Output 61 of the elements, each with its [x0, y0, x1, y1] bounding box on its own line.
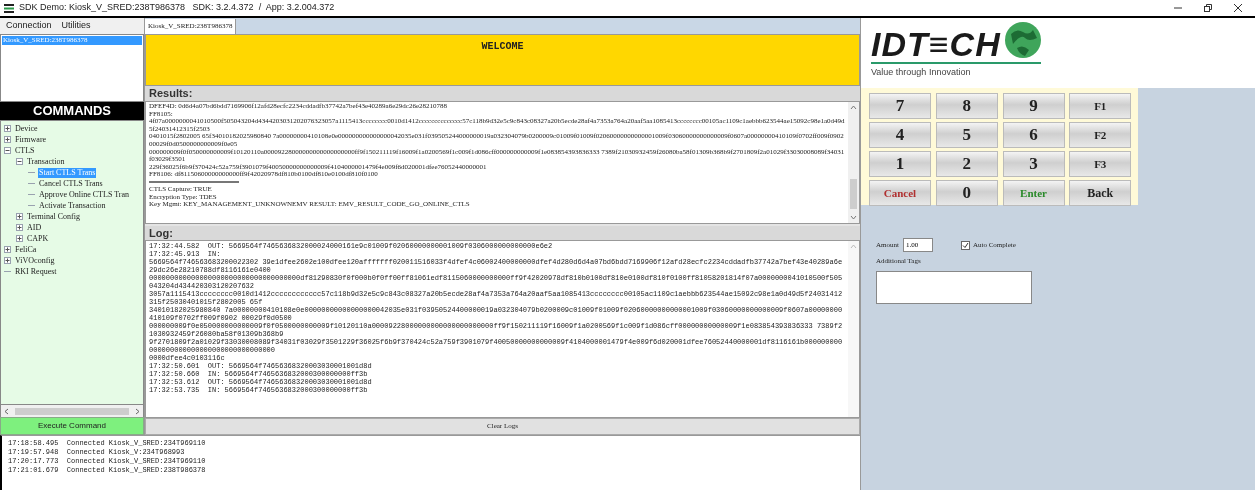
keypad-key[interactable]: F1	[1069, 93, 1132, 119]
close-icon[interactable]	[1233, 3, 1243, 13]
additional-tags-field[interactable]	[876, 270, 1032, 304]
expand-icon[interactable]	[4, 246, 11, 253]
commands-header: COMMANDS	[0, 102, 144, 120]
collapse-icon[interactable]	[4, 147, 11, 154]
menu-item[interactable]: Connection	[6, 19, 52, 33]
keypad-key[interactable]: 4	[869, 122, 931, 148]
scrollbar-thumb[interactable]	[850, 179, 857, 209]
tree-item[interactable]: Cancel CTLS Trans	[38, 178, 104, 189]
scroll-left-icon[interactable]	[4, 407, 9, 415]
window-title: SDK Demo: Kiosk_V_SRED:238T986378 SDK: 3.2.4.372 / App: 3.2.004.372	[19, 1, 335, 15]
horizontal-scrollbar[interactable]	[0, 405, 144, 417]
vertical-scrollbar[interactable]	[848, 102, 859, 223]
keypad-key[interactable]: 9	[1002, 93, 1065, 119]
keypad-key[interactable]: 3	[1002, 151, 1065, 177]
expand-icon[interactable]	[4, 257, 11, 264]
tree-item[interactable]: CAPK	[26, 233, 50, 244]
keypad-key[interactable]: 8	[935, 93, 998, 119]
tree-item[interactable]: AID	[26, 222, 43, 233]
vertical-scrollbar[interactable]	[848, 241, 859, 417]
auto-complete-checkbox[interactable]	[960, 240, 970, 250]
tree-item[interactable]: Device	[14, 123, 39, 134]
keypad-key[interactable]: 5	[935, 122, 998, 148]
keypad-key[interactable]: 0	[935, 180, 998, 206]
tree-item[interactable]: FeliCa	[14, 244, 38, 255]
restore-icon[interactable]	[1203, 3, 1213, 13]
scroll-down-icon[interactable]	[850, 215, 857, 220]
tree-item[interactable]: ViVOconfig	[14, 255, 56, 266]
expand-icon[interactable]	[16, 224, 23, 231]
logo-text: IDT≡CH	[871, 26, 1001, 63]
keypad-key[interactable]: 2	[935, 151, 998, 177]
expand-icon[interactable]	[16, 213, 23, 220]
globe-icon	[1002, 20, 1043, 61]
tree-item[interactable]: Terminal Config	[26, 211, 81, 222]
app-icon	[4, 2, 14, 14]
logo-tagline: Value through Innovation	[871, 66, 972, 80]
tree-item[interactable]: RKI Request	[14, 266, 58, 277]
keypad-key[interactable]: F2	[1069, 122, 1132, 148]
keypad-key[interactable]: Back	[1069, 180, 1132, 206]
tree-item[interactable]: Approve Online CTLS Tran	[38, 189, 130, 200]
execute-command-button[interactable]: Execute Command	[0, 417, 144, 435]
tree-item[interactable]: Transaction	[26, 156, 66, 167]
expand-icon[interactable]	[4, 136, 11, 143]
keypad-key[interactable]: 1	[869, 151, 931, 177]
tree-item[interactable]: Activate Transaction	[38, 200, 107, 211]
keypad-key[interactable]: Cancel	[869, 180, 931, 206]
keypad-key[interactable]: 6	[1002, 122, 1065, 148]
collapse-icon[interactable]	[16, 158, 23, 165]
log-heading: Log:	[149, 225, 173, 241]
results-heading: Results:	[149, 86, 193, 102]
scroll-right-icon[interactable]	[135, 407, 140, 415]
keypad-key[interactable]: F3	[1069, 151, 1132, 177]
tree-item[interactable]: Firmware	[14, 134, 48, 145]
display-text: WELCOME	[481, 40, 524, 54]
keypad-key[interactable]: 7	[869, 93, 931, 119]
expand-icon[interactable]	[4, 125, 11, 132]
expand-icon[interactable]	[16, 235, 23, 242]
scroll-up-icon[interactable]	[850, 105, 857, 110]
tree-item[interactable]: CTLS	[14, 145, 36, 156]
menu-item[interactable]: Utilities	[61, 19, 91, 33]
